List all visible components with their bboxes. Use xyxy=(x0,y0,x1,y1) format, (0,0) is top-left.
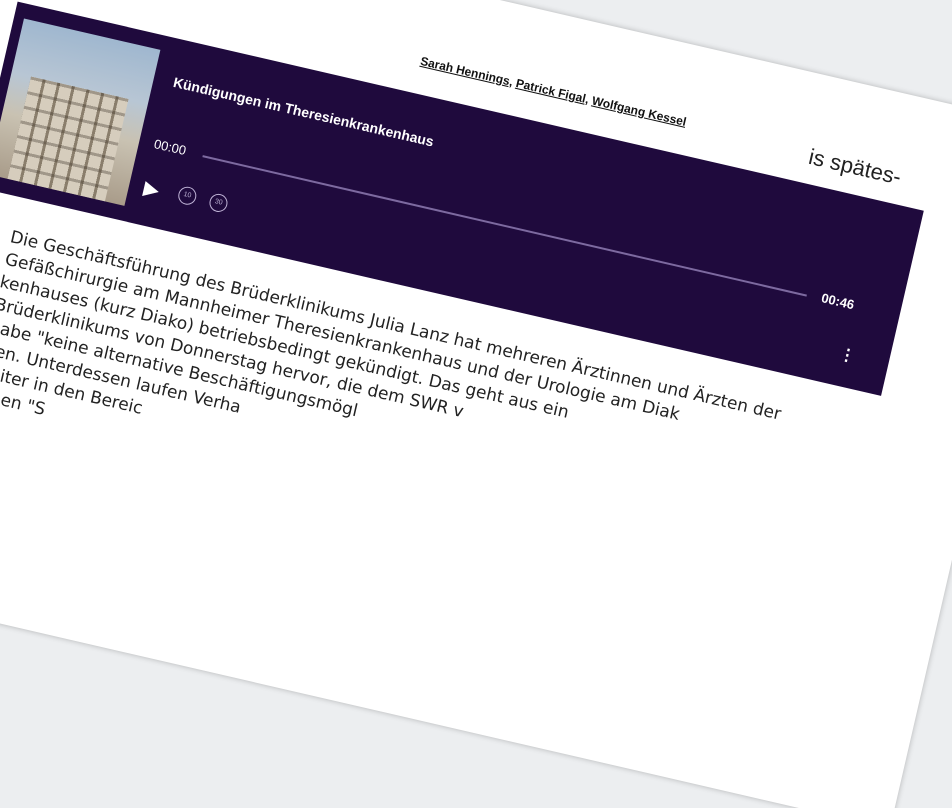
author-link-2[interactable]: Patrick Figal xyxy=(515,76,588,106)
author-link-3[interactable]: Wolfgang Kessel xyxy=(591,94,688,129)
article-page: Sarah Hennings, Patrick Figal, Wolfgang … xyxy=(0,0,952,808)
forward-icon[interactable]: 30 xyxy=(207,192,230,214)
episode-thumbnail xyxy=(0,18,161,206)
audio-title: Kündigungen im Theresienkrankenhaus xyxy=(171,73,436,150)
author-link-1[interactable]: Sarah Hennings xyxy=(419,54,511,88)
total-time: 00:46 xyxy=(819,290,856,313)
building-image xyxy=(7,76,129,202)
rewind-icon[interactable]: 10 xyxy=(176,184,199,207)
progress-bar[interactable] xyxy=(202,155,807,297)
more-vertical-icon[interactable]: ⋮ xyxy=(837,344,857,367)
side-column-text: is spätes- xyxy=(806,143,904,190)
play-icon[interactable]: ▶ xyxy=(141,175,162,203)
current-time: 00:00 xyxy=(152,136,188,159)
